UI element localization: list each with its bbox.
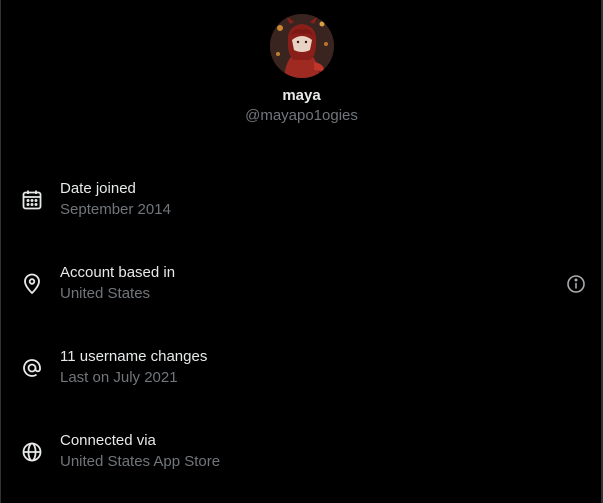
info-row-text: Account based in United States — [60, 263, 175, 304]
info-row-subtitle: September 2014 — [60, 201, 171, 218]
username-handle: @mayapo1ogies — [245, 107, 358, 124]
display-name: maya — [282, 87, 321, 104]
info-row-title: 11 username changes — [60, 348, 208, 365]
location-pin-icon — [21, 273, 43, 295]
info-row-username-changes: 11 username changes Last on July 2021 — [0, 347, 603, 407]
info-row-title: Account based in — [60, 264, 176, 281]
at-sign-icon — [21, 357, 43, 379]
info-row-subtitle: Last on July 2021 — [60, 369, 178, 386]
globe-icon — [21, 441, 43, 463]
calendar-icon — [21, 189, 43, 211]
info-row-subtitle: United States — [60, 285, 151, 302]
info-icon[interactable] — [565, 273, 587, 295]
info-row-date-joined: Date joined September 2014 — [0, 179, 603, 239]
info-row-text: Connected via United States App Store — [60, 431, 220, 472]
info-row-account-based-in: Account based in United States — [0, 263, 603, 323]
info-row-connected-via: Connected via United States App Store — [0, 431, 603, 491]
info-row-text: Date joined September 2014 — [60, 179, 171, 220]
avatar[interactable] — [269, 14, 334, 78]
info-row-title: Connected via — [60, 432, 156, 449]
avatar-image — [269, 14, 334, 78]
profile-header: maya @mayapo1ogies — [0, 14, 603, 125]
info-row-text: 11 username changes Last on July 2021 — [60, 347, 207, 388]
info-row-title: Date joined — [60, 180, 136, 197]
info-row-subtitle: United States App Store — [60, 453, 221, 470]
